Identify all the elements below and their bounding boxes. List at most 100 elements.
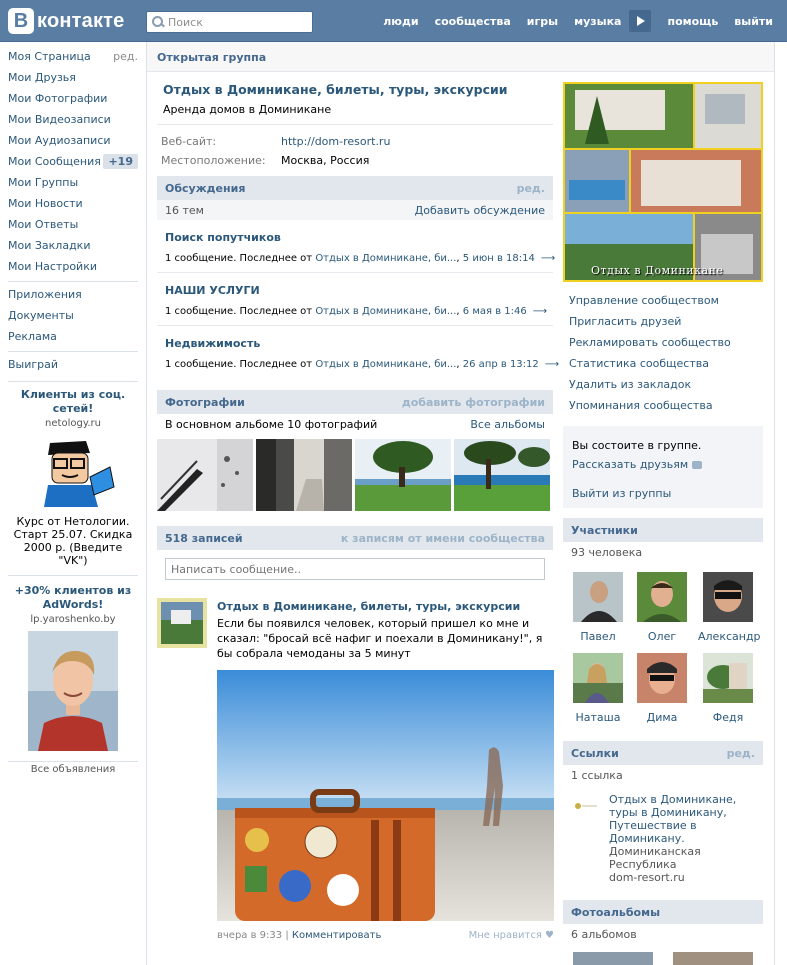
- member-name[interactable]: Павел: [568, 630, 628, 643]
- as-group-link[interactable]: к записям от имени сообщества: [341, 532, 545, 545]
- photo-thumb[interactable]: [454, 439, 550, 511]
- ad-netology[interactable]: Клиенты из соц. сетей! netology.ru Курс …: [8, 388, 138, 567]
- vk-logo[interactable]: В контакте: [8, 8, 125, 34]
- discussions-header[interactable]: Обсуждения ред.: [157, 176, 553, 200]
- topic-title[interactable]: НАШИ УСЛУГИ: [165, 273, 545, 297]
- discussions-edit[interactable]: ред.: [517, 182, 545, 195]
- website-link[interactable]: http://dom-resort.ru: [281, 135, 390, 148]
- post-author-link[interactable]: Отдых в Доминикане, билеты, туры, экскур…: [217, 600, 520, 613]
- menu-edit-link[interactable]: ред.: [113, 50, 138, 63]
- post-comment-link[interactable]: Комментировать: [292, 930, 382, 941]
- nav-logout[interactable]: выйти: [726, 15, 775, 28]
- topic-date-link[interactable]: 6 мая в 1:46: [463, 306, 527, 317]
- menu-my-page[interactable]: Моя Страница ред.: [0, 46, 146, 67]
- nav-people[interactable]: люди: [375, 15, 426, 28]
- member-name[interactable]: Александр: [698, 630, 761, 643]
- photo-thumb[interactable]: [157, 439, 253, 511]
- menu-settings[interactable]: Мои Настройки: [0, 256, 146, 277]
- links-header[interactable]: Ссылки ред.: [563, 741, 763, 765]
- member-name[interactable]: Наташа: [568, 711, 628, 724]
- play-icon[interactable]: [629, 10, 652, 32]
- photo-thumb[interactable]: [256, 439, 352, 511]
- menu-friends[interactable]: Мои Друзья: [0, 67, 146, 88]
- photos-header[interactable]: Фотографии добавить фотографии: [157, 390, 553, 414]
- link-url[interactable]: dom-resort.ru: [609, 871, 763, 884]
- members-header[interactable]: Участники: [563, 518, 763, 542]
- topic-date-link[interactable]: 5 июн в 18:14: [463, 253, 535, 264]
- topic-date-link[interactable]: 26 апр в 13:12: [463, 359, 539, 370]
- post-like-button[interactable]: Мне нравится ♥: [469, 930, 554, 941]
- all-ads-link[interactable]: Все объявления: [0, 764, 146, 775]
- advertise-community-link[interactable]: Рекламировать сообщество: [563, 332, 763, 353]
- group-cover[interactable]: Отдых в Доминикане: [563, 82, 763, 282]
- nav-music[interactable]: музыка: [566, 15, 629, 28]
- nav-games[interactable]: игры: [519, 15, 566, 28]
- arrow-right-icon[interactable]: ⟶: [533, 306, 547, 317]
- member-card[interactable]: Дима: [632, 653, 692, 724]
- wall-header[interactable]: 518 записей к записям от имени сообществ…: [157, 526, 553, 550]
- member-avatar[interactable]: [703, 572, 753, 622]
- member-card[interactable]: Павел: [568, 572, 628, 643]
- all-albums-link[interactable]: Все альбомы: [470, 418, 545, 431]
- member-card[interactable]: Федя: [698, 653, 758, 724]
- links-edit[interactable]: ред.: [727, 747, 755, 760]
- post-author-avatar[interactable]: [157, 598, 207, 648]
- menu-bookmarks[interactable]: Мои Закладки: [0, 235, 146, 256]
- arrow-right-icon[interactable]: ⟶: [541, 253, 555, 264]
- menu-groups[interactable]: Мои Группы: [0, 172, 146, 193]
- ad-image-portrait[interactable]: [28, 631, 118, 751]
- topic-title[interactable]: Недвижимость: [165, 326, 545, 350]
- tell-friends-link[interactable]: Рассказать друзьям: [572, 458, 763, 471]
- topic-author-link[interactable]: Отдых в Доминикане, би...: [315, 253, 456, 264]
- post-image[interactable]: [217, 670, 554, 921]
- member-name[interactable]: Дима: [632, 711, 692, 724]
- link-item[interactable]: Отдых в Доминикане, туры в Доминикану, П…: [563, 785, 763, 884]
- menu-videos[interactable]: Мои Видеозаписи: [0, 109, 146, 130]
- album-thumb[interactable]: [573, 952, 653, 965]
- menu-apps[interactable]: Приложения: [0, 284, 146, 305]
- member-card[interactable]: Александр: [698, 572, 761, 643]
- member-card[interactable]: Олег: [632, 572, 692, 643]
- post-time-link[interactable]: вчера в 9:33: [217, 930, 282, 941]
- member-avatar[interactable]: [703, 653, 753, 703]
- member-avatar[interactable]: [637, 572, 687, 622]
- link-title[interactable]: Отдых в Доминикане, туры в Доминикану, П…: [609, 793, 739, 845]
- search-box[interactable]: [146, 11, 313, 33]
- member-name[interactable]: Олег: [632, 630, 692, 643]
- menu-docs[interactable]: Документы: [0, 305, 146, 326]
- ad-yaroshenko[interactable]: +30% клиентов из AdWords! lp.yaroshenko.…: [8, 584, 138, 751]
- wall-post-input[interactable]: [165, 558, 545, 580]
- menu-audio[interactable]: Мои Аудиозаписи: [0, 130, 146, 151]
- menu-photos[interactable]: Мои Фотографии: [0, 88, 146, 109]
- menu-news[interactable]: Мои Новости: [0, 193, 146, 214]
- search-input[interactable]: [168, 15, 308, 29]
- ad-title[interactable]: +30% клиентов из AdWords!: [8, 584, 138, 612]
- nav-communities[interactable]: сообщества: [427, 15, 519, 28]
- ad-title[interactable]: Клиенты из соц. сетей!: [8, 388, 138, 416]
- menu-messages[interactable]: Мои Сообщения +19: [0, 151, 146, 172]
- nav-help[interactable]: помощь: [659, 15, 726, 28]
- ad-image-cartoon[interactable]: [28, 437, 118, 507]
- invite-friends-link[interactable]: Пригласить друзей: [563, 311, 763, 332]
- arrow-right-icon[interactable]: ⟶: [545, 359, 559, 370]
- topic-title[interactable]: Поиск попутчиков: [165, 220, 545, 244]
- leave-group-link[interactable]: Выйти из группы: [572, 487, 763, 500]
- menu-ads[interactable]: Реклама: [0, 326, 146, 347]
- menu-answers[interactable]: Мои Ответы: [0, 214, 146, 235]
- community-stats-link[interactable]: Статистика сообщества: [563, 353, 763, 374]
- manage-community-link[interactable]: Управление сообществом: [563, 290, 763, 311]
- member-card[interactable]: Наташа: [568, 653, 628, 724]
- menu-win[interactable]: Выиграй: [0, 354, 146, 375]
- topic-author-link[interactable]: Отдых в Доминикане, би...: [315, 359, 456, 370]
- add-discussion-link[interactable]: Добавить обсуждение: [415, 204, 545, 217]
- photo-thumb[interactable]: [355, 439, 451, 511]
- topic-author-link[interactable]: Отдых в Доминикане, би...: [315, 306, 456, 317]
- albums-header[interactable]: Фотоальбомы: [563, 900, 763, 924]
- add-photos-link[interactable]: добавить фотографии: [402, 396, 545, 409]
- album-thumb[interactable]: [673, 952, 753, 965]
- member-avatar[interactable]: [637, 653, 687, 703]
- member-avatar[interactable]: [573, 572, 623, 622]
- community-mentions-link[interactable]: Упоминания сообщества: [563, 395, 763, 416]
- member-name[interactable]: Федя: [698, 711, 758, 724]
- remove-bookmark-link[interactable]: Удалить из закладок: [563, 374, 763, 395]
